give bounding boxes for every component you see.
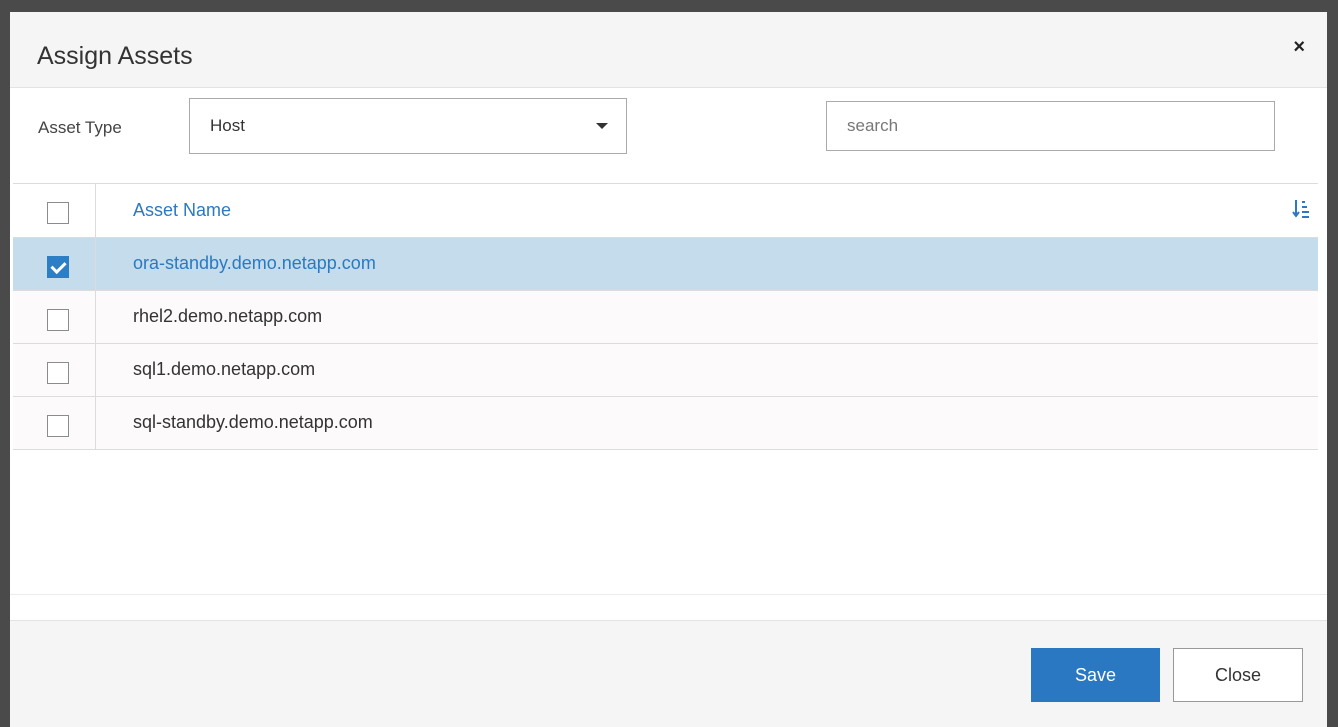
asset-name-cell: rhel2.demo.netapp.com [133,306,323,326]
chevron-down-icon [596,123,608,129]
table-row[interactable]: sql-standby.demo.netapp.com [13,397,1318,450]
close-button[interactable]: Close [1173,648,1303,702]
column-header-asset-name[interactable]: Asset Name [133,200,231,221]
asset-name-cell: sql1.demo.netapp.com [133,359,316,379]
dialog-footer: Save Close [10,620,1327,727]
save-button[interactable]: Save [1031,648,1160,702]
close-icon[interactable]: × [1293,36,1305,59]
row-checkbox[interactable] [47,309,69,331]
row-checkbox[interactable] [47,415,69,437]
assign-assets-dialog: Assign Assets × Asset Type Host Asset Na… [10,12,1327,727]
row-checkbox-cell [13,397,96,449]
row-checkbox-cell [13,238,96,290]
row-checkbox-cell [13,344,96,396]
table-row[interactable]: sql1.demo.netapp.com [13,344,1318,397]
asset-name-cell: sql-standby.demo.netapp.com [133,412,373,432]
row-checkbox[interactable] [47,256,69,278]
asset-type-label: Asset Type [38,118,122,137]
table-header-row: Asset Name [13,184,1318,238]
asset-type-selected-value: Host [210,116,245,135]
table-row[interactable]: ora-standby.demo.netapp.com [13,238,1318,291]
search-input[interactable] [826,101,1275,151]
row-checkbox[interactable] [47,362,69,384]
asset-name-cell: ora-standby.demo.netapp.com [133,253,376,273]
dialog-header: Assign Assets × [10,12,1327,88]
select-all-cell [13,184,96,237]
dialog-title: Assign Assets [37,42,193,70]
filter-bar: Asset Type Host [10,88,1327,182]
sort-ascending-icon[interactable] [1292,198,1310,220]
select-all-checkbox[interactable] [47,202,69,224]
asset-table: Asset Name ora-standby.demo.netapp.com r… [13,183,1318,450]
row-checkbox-cell [13,291,96,343]
table-row[interactable]: rhel2.demo.netapp.com [13,291,1318,344]
table-bottom-divider [10,594,1327,595]
asset-type-select[interactable]: Host [189,98,627,154]
